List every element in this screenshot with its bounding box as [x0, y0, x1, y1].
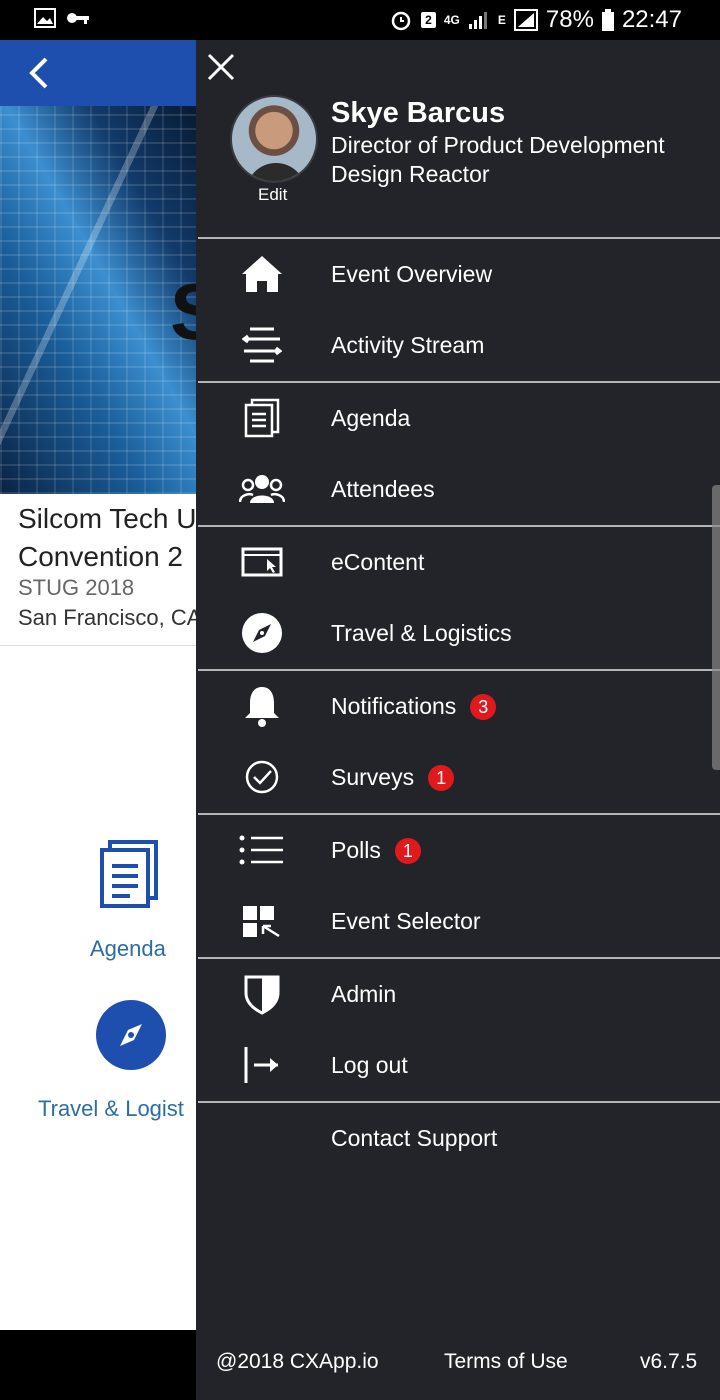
clock: 22:47	[621, 6, 682, 33]
event-code: STUG 2018	[18, 575, 135, 600]
menu-item-attendees[interactable]: Attendees	[198, 454, 720, 525]
avatar[interactable]	[230, 95, 318, 183]
signal-icon	[468, 12, 487, 29]
agenda-tile-label[interactable]: Agenda	[90, 936, 166, 962]
key-icon	[67, 13, 89, 24]
menu-item-surveys[interactable]: Surveys 1	[198, 742, 720, 813]
profile-company: Design Reactor	[331, 161, 490, 187]
app-header	[0, 40, 196, 106]
menu-item-travel-logistics[interactable]: Travel & Logistics	[198, 598, 720, 669]
network-4g-label: 4G	[443, 13, 460, 27]
edit-profile-link[interactable]: Edit	[258, 185, 287, 205]
menu-item-label: Surveys 1	[331, 764, 455, 792]
menu-item-label: Polls 1	[331, 837, 421, 865]
menu-item-log-out[interactable]: Log out	[198, 1030, 720, 1101]
menu-item-label: eContent	[331, 549, 425, 575]
profile-role: Director of Product Development	[331, 132, 665, 158]
menu-item-label: Agenda	[331, 405, 411, 431]
close-icon[interactable]	[204, 50, 238, 84]
menu-item-label: Contact Support	[331, 1125, 498, 1151]
drawer-menu: Event Overview Activity Stream Agenda At…	[198, 237, 720, 1174]
menu-item-label: Notifications 3	[331, 693, 497, 721]
scrollbar[interactable]	[712, 485, 720, 770]
menu-item-agenda[interactable]: Agenda	[198, 383, 720, 454]
battery-percent: 78%	[545, 6, 594, 33]
version-text: v6.7.5	[640, 1350, 698, 1373]
terms-of-use-link[interactable]: Terms of Use	[444, 1350, 568, 1374]
shield-icon	[238, 973, 286, 1015]
menu-item-contact-support[interactable]: Contact Support	[198, 1103, 720, 1174]
check-circle-icon	[238, 756, 286, 798]
menu-item-polls[interactable]: Polls 1	[198, 815, 720, 886]
menu-item-notifications[interactable]: Notifications 3	[198, 671, 720, 742]
logout-icon	[238, 1044, 286, 1086]
menu-item-event-selector[interactable]: Event Selector	[198, 886, 720, 957]
bell-icon	[238, 685, 286, 727]
compass-icon	[238, 612, 286, 654]
signal-full-icon	[513, 9, 538, 31]
attendees-icon	[238, 468, 286, 510]
event-hero-image: S	[0, 106, 196, 494]
menu-item-label: Event Selector	[331, 908, 481, 934]
menu-item-econtent[interactable]: eContent	[198, 527, 720, 598]
drawer-footer: @2018 CXApp.io Terms of Use v6.7.5	[196, 1332, 720, 1400]
status-bar: 2 4G E 78% 22:47	[0, 0, 720, 40]
notification-badge: 1	[394, 838, 421, 865]
network-e-label: E	[497, 13, 506, 27]
back-arrow-icon[interactable]	[24, 55, 56, 91]
agenda-icon	[238, 397, 286, 439]
hero-logo-letter: S	[170, 266, 196, 358]
notification-badge: 1	[428, 765, 455, 792]
menu-item-admin[interactable]: Admin	[198, 959, 720, 1030]
menu-item-label: Travel & Logistics	[331, 620, 512, 646]
gallery-icon	[34, 8, 56, 28]
copyright-text: @2018 CXApp.io	[216, 1350, 379, 1373]
battery-icon	[601, 9, 614, 31]
notification-badge: 3	[470, 694, 497, 721]
menu-item-label: Activity Stream	[331, 332, 485, 358]
agenda-tile-icon[interactable]	[100, 840, 160, 910]
event-location: San Francisco, CA	[18, 605, 196, 630]
sim-slot-indicator: 2	[421, 12, 436, 28]
menu-item-label: Event Overview	[331, 261, 493, 287]
travel-tile-icon[interactable]	[96, 1000, 166, 1070]
event-title: Silcom Tech U Convention 2	[18, 503, 196, 572]
alarm-icon	[391, 11, 411, 31]
travel-tile-label[interactable]: Travel & Logist	[38, 1096, 184, 1122]
econtent-icon	[238, 541, 286, 583]
menu-item-label: Log out	[331, 1052, 408, 1078]
nav-bar-area	[0, 1330, 196, 1400]
menu-item-label: Attendees	[331, 476, 435, 502]
navigation-drawer: Edit Skye Barcus Director of Product Dev…	[196, 40, 720, 1400]
event-home-page: S Silcom Tech U Convention 2 STUG 2018 S…	[0, 40, 196, 1330]
menu-item-label: Admin	[331, 981, 397, 1007]
profile-name: Skye Barcus	[331, 97, 506, 129]
event-selector-icon	[238, 900, 286, 942]
home-icon	[238, 253, 286, 295]
menu-item-event-overview[interactable]: Event Overview	[198, 239, 720, 310]
list-icon	[238, 829, 286, 871]
activity-stream-icon	[238, 324, 286, 366]
divider	[0, 645, 196, 646]
menu-item-activity-stream[interactable]: Activity Stream	[198, 310, 720, 381]
